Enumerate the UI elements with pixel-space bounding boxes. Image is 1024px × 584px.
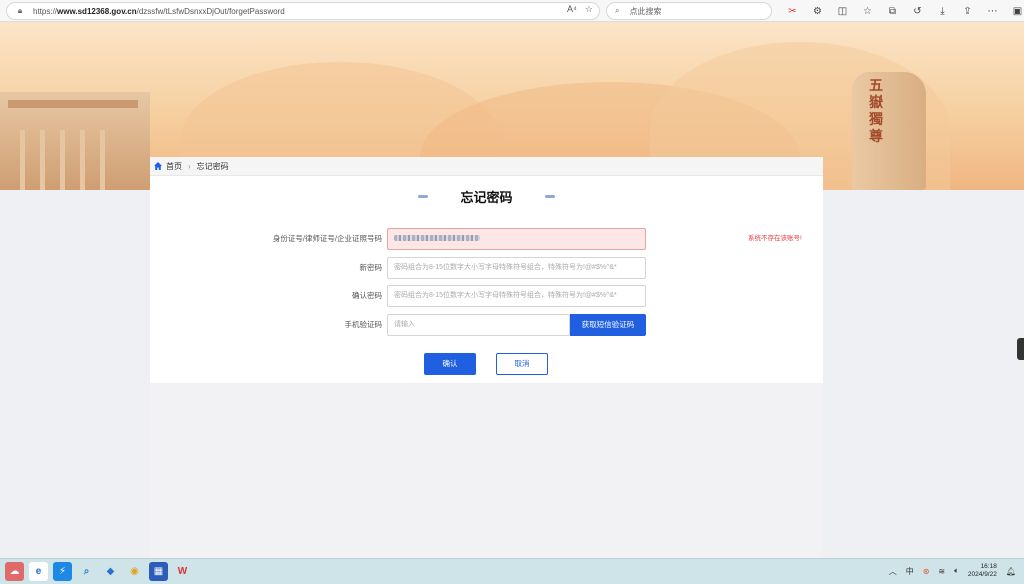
chevron-up-icon[interactable]: ︿ [889, 566, 897, 577]
windows-taskbar: ☁ e ⚡ ⌕ ◆ ◉ ▦ W ︿ 中 ⊛ ≋ 🔈︎ 16:18 2024/9/… [0, 558, 1024, 584]
id-error-message: 系统不存在该账号! [748, 235, 802, 242]
browser-toolbar: 🔒︎ https://www.sd12368.gov.cn/dzssfw/tLs… [0, 0, 1024, 22]
scissors-icon[interactable]: ✂ [780, 3, 805, 19]
id-number-input[interactable] [387, 228, 646, 250]
id-number-row: 身份证号/律师证号/企业证照号码 系统不存在该账号! [150, 228, 823, 250]
id-number-label: 身份证号/律师证号/企业证照号码 [272, 234, 382, 243]
confirm-password-input[interactable]: 密码组合为8-15位数字大小写字母特殊符号组合，特殊符号为!@#$%^&* [387, 285, 646, 307]
sidebar-toggle-icon[interactable]: ▣ [1005, 3, 1024, 19]
new-password-input[interactable]: 密码组合为8-15位数字大小写字母特殊符号组合，特殊符号为!@#$%^&* [387, 257, 646, 279]
page-title: 忘记密码 [460, 190, 513, 205]
address-bar[interactable]: 🔒︎ https://www.sd12368.gov.cn/dzssfw/tLs… [6, 2, 600, 20]
stone-inscription: 五嶽獨尊 [869, 78, 883, 145]
phone-code-row: 手机验证码 请输入 获取短信验证码 [150, 314, 823, 336]
tray-app-icon[interactable]: ⊛ [923, 567, 930, 576]
title-decoration-right [545, 195, 555, 198]
widgets-icon[interactable]: ☁ [5, 562, 24, 581]
forget-password-card: 首页 › 忘记密码 忘记密码 身份证号/律师证号/企业证照号码 系统不存在该账号… [150, 157, 823, 383]
url-text[interactable]: https://www.sd12368.gov.cn/dzssfw/tLsfwD… [33, 7, 285, 16]
new-password-label: 新密码 [359, 263, 383, 272]
cancel-button[interactable]: 取消 [496, 353, 548, 375]
phone-code-label: 手机验证码 [344, 320, 383, 329]
breadcrumb-current: 忘记密码 [196, 161, 229, 171]
app-icon[interactable]: ◆ [101, 562, 120, 581]
downloads-icon[interactable]: ⤓ [930, 3, 955, 19]
confirm-password-label: 确认密码 [352, 291, 382, 300]
collections-icon[interactable]: ⧉ [880, 3, 905, 19]
system-tray: ︿ 中 ⊛ ≋ 🔈︎ 16:18 2024/9/22 🔔︎ [889, 563, 1016, 579]
lock-icon[interactable]: 🔒︎ [13, 6, 27, 16]
favorite-star-icon[interactable]: ☆ [585, 4, 593, 15]
more-options-icon[interactable]: ⋯ [980, 3, 1005, 19]
side-panel-handle[interactable] [1017, 338, 1024, 360]
banner-building [0, 92, 150, 190]
blurred-id-value [394, 235, 480, 242]
app-icon[interactable]: ▦ [149, 562, 168, 581]
content-background [150, 383, 823, 558]
volume-icon[interactable]: 🔈︎ [954, 566, 959, 576]
input-method-icon[interactable]: 中 [906, 566, 914, 577]
edge-browser-icon[interactable]: e [29, 562, 48, 581]
wps-icon[interactable]: W [173, 562, 192, 581]
phone-code-input[interactable]: 请输入 [387, 314, 570, 336]
share-icon[interactable]: ⇪ [955, 3, 980, 19]
app-icon[interactable]: ⚡ [53, 562, 72, 581]
history-icon[interactable]: ↺ [905, 3, 930, 19]
clock[interactable]: 16:18 2024/9/22 [968, 563, 997, 579]
home-icon[interactable] [154, 162, 162, 170]
search-app-icon[interactable]: ⌕ [77, 562, 96, 581]
confirm-password-row: 确认密码 密码组合为8-15位数字大小写字母特殊符号组合，特殊符号为!@#$%^… [150, 285, 823, 307]
search-placeholder: 点此搜索 [629, 6, 662, 16]
browser-search-box[interactable]: ⌕ 点此搜索 [606, 2, 772, 20]
split-screen-icon[interactable]: ◫ [830, 3, 855, 19]
read-aloud-icon[interactable]: A⁴ [567, 4, 577, 15]
breadcrumb: 首页 › 忘记密码 [150, 157, 823, 176]
chrome-icon[interactable]: ◉ [125, 562, 144, 581]
new-password-row: 新密码 密码组合为8-15位数字大小写字母特殊符号组合，特殊符号为!@#$%^&… [150, 257, 823, 279]
extensions-icon[interactable]: ⚙ [805, 3, 830, 19]
chevron-right-icon: › [188, 161, 191, 171]
favorites-icon[interactable]: ☆ [855, 3, 880, 19]
clock-time: 16:18 [980, 563, 997, 570]
wifi-icon[interactable]: ≋ [938, 567, 945, 576]
search-icon: ⌕ [615, 6, 620, 15]
confirm-button[interactable]: 确认 [424, 353, 476, 375]
get-sms-code-button[interactable]: 获取短信验证码 [570, 314, 646, 336]
clock-date: 2024/9/22 [967, 571, 997, 578]
breadcrumb-home[interactable]: 首页 [166, 161, 182, 172]
notification-bell-icon[interactable]: 🔔︎ [1006, 567, 1016, 576]
